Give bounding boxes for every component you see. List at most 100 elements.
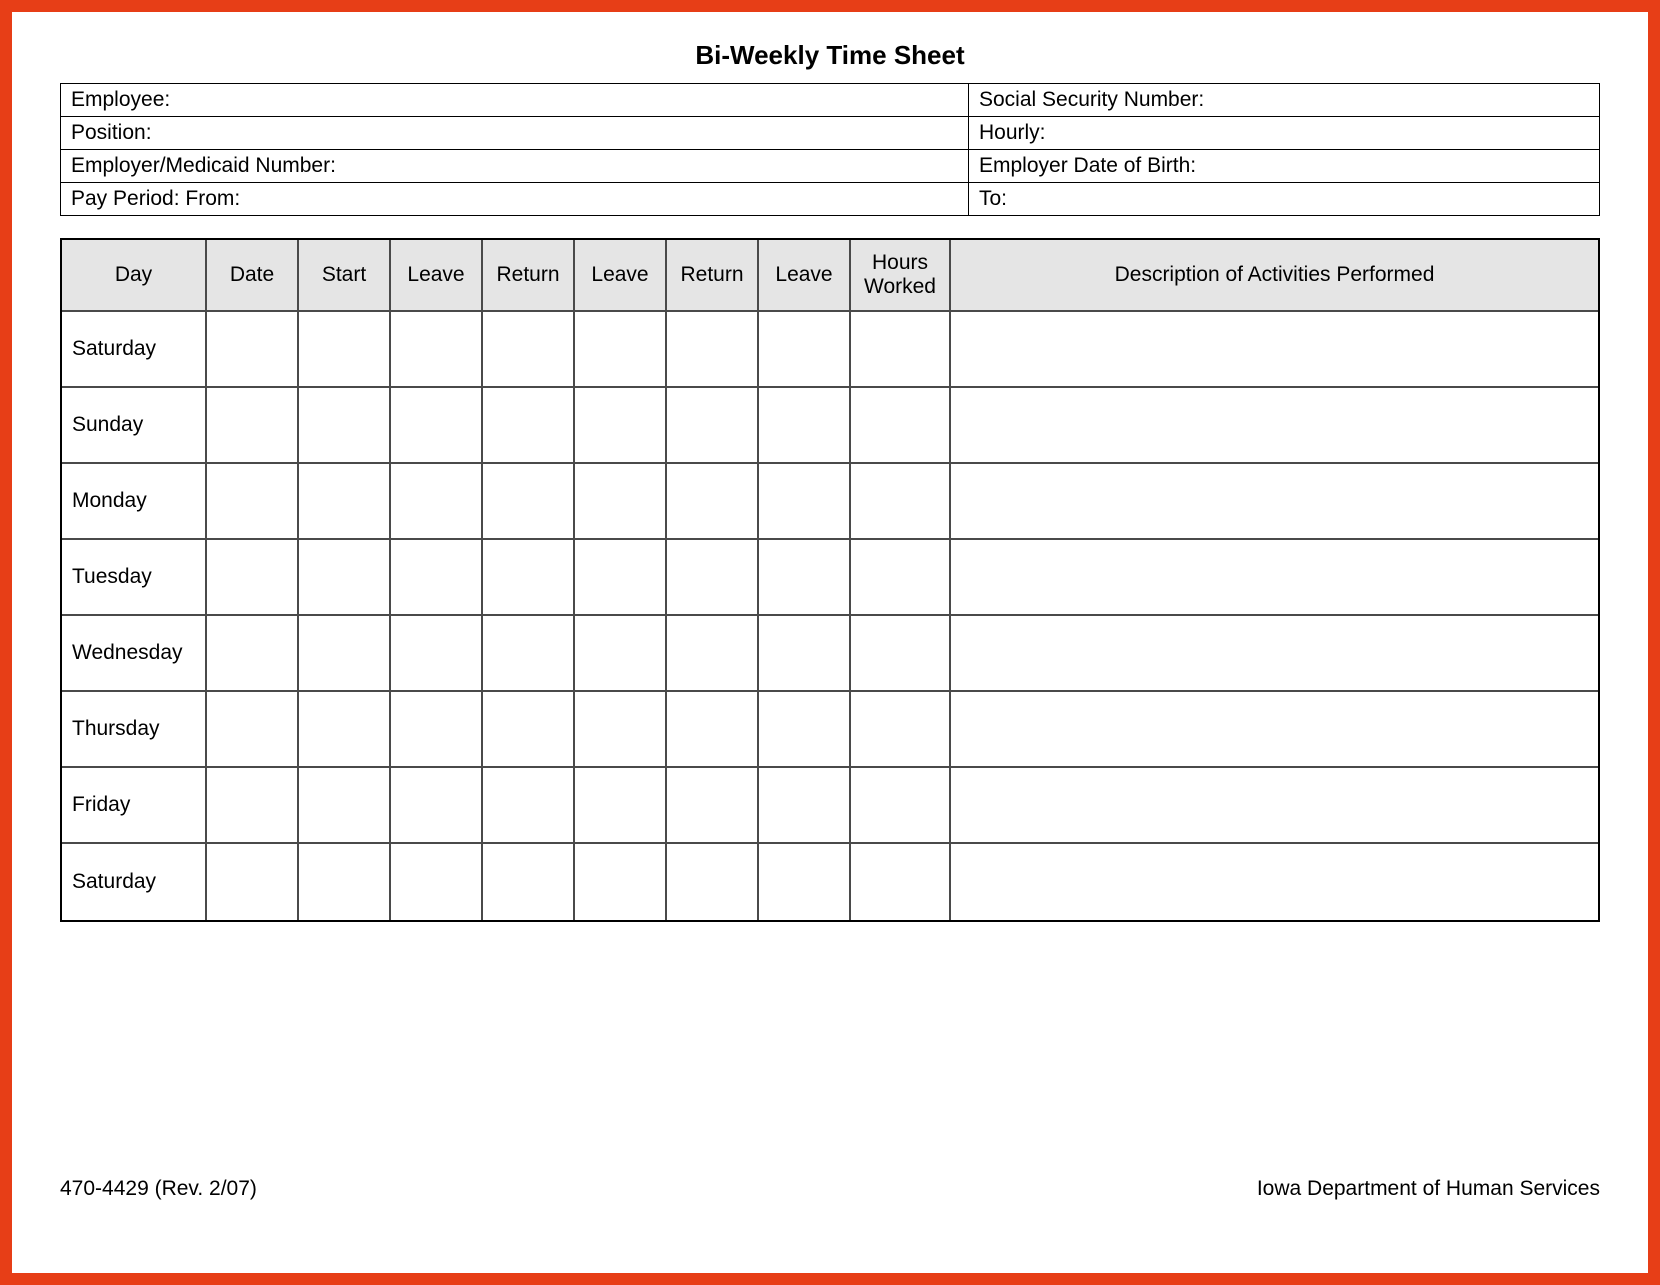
- header-description: Description of Activities Performed: [951, 240, 1598, 312]
- cell-date: [207, 464, 299, 540]
- info-row: Pay Period: From: To:: [61, 183, 1600, 216]
- cell-description: [951, 616, 1598, 692]
- cell-return: [483, 312, 575, 388]
- position-field: Position:: [61, 117, 969, 150]
- header-leave3: Leave: [759, 240, 851, 312]
- cell-date: [207, 388, 299, 464]
- cell-hours: [851, 616, 951, 692]
- cell-start: [299, 312, 391, 388]
- cell-description: [951, 844, 1598, 920]
- cell-leave: [575, 692, 667, 768]
- cell-return: [667, 768, 759, 844]
- cell-hours: [851, 844, 951, 920]
- footer: 470-4429 (Rev. 2/07) Iowa Department of …: [60, 1177, 1600, 1201]
- employer-medicaid-field: Employer/Medicaid Number:: [61, 150, 969, 183]
- cell-description: [951, 692, 1598, 768]
- cell-leave: [575, 540, 667, 616]
- cell-day: Friday: [62, 768, 207, 844]
- cell-leave: [575, 844, 667, 920]
- cell-day: Wednesday: [62, 616, 207, 692]
- cell-description: [951, 312, 1598, 388]
- cell-day: Sunday: [62, 388, 207, 464]
- table-row: Sunday: [62, 388, 1598, 464]
- cell-date: [207, 540, 299, 616]
- cell-return: [667, 844, 759, 920]
- cell-start: [299, 844, 391, 920]
- cell-description: [951, 540, 1598, 616]
- cell-leave: [391, 692, 483, 768]
- table-row: Friday: [62, 768, 1598, 844]
- cell-date: [207, 616, 299, 692]
- ssn-field: Social Security Number:: [969, 84, 1600, 117]
- cell-leave: [759, 844, 851, 920]
- table-row: Monday: [62, 464, 1598, 540]
- cell-date: [207, 692, 299, 768]
- table-row: Thursday: [62, 692, 1598, 768]
- cell-leave: [391, 312, 483, 388]
- cell-return: [667, 540, 759, 616]
- cell-day: Thursday: [62, 692, 207, 768]
- hourly-field: Hourly:: [969, 117, 1600, 150]
- header-return1: Return: [483, 240, 575, 312]
- cell-return: [483, 464, 575, 540]
- pay-period-from-field: Pay Period: From:: [61, 183, 969, 216]
- cell-start: [299, 540, 391, 616]
- cell-day: Saturday: [62, 312, 207, 388]
- cell-start: [299, 388, 391, 464]
- cell-leave: [391, 844, 483, 920]
- cell-return: [483, 540, 575, 616]
- cell-leave: [575, 388, 667, 464]
- table-row: Tuesday: [62, 540, 1598, 616]
- cell-date: [207, 312, 299, 388]
- cell-day: Monday: [62, 464, 207, 540]
- cell-date: [207, 844, 299, 920]
- cell-return: [667, 616, 759, 692]
- cell-description: [951, 768, 1598, 844]
- page-title: Bi-Weekly Time Sheet: [60, 40, 1600, 71]
- pay-period-to-field: To:: [969, 183, 1600, 216]
- info-row: Position: Hourly:: [61, 117, 1600, 150]
- header-date: Date: [207, 240, 299, 312]
- header-hours-worked: Hours Worked: [851, 240, 951, 312]
- cell-return: [483, 768, 575, 844]
- cell-hours: [851, 692, 951, 768]
- cell-start: [299, 768, 391, 844]
- cell-leave: [759, 540, 851, 616]
- info-row: Employer/Medicaid Number: Employer Date …: [61, 150, 1600, 183]
- employer-dob-field: Employer Date of Birth:: [969, 150, 1600, 183]
- cell-day: Saturday: [62, 844, 207, 920]
- cell-leave: [759, 464, 851, 540]
- form-number: 470-4429 (Rev. 2/07): [60, 1177, 257, 1201]
- cell-leave: [391, 464, 483, 540]
- cell-leave: [575, 464, 667, 540]
- table-row: Saturday: [62, 844, 1598, 920]
- cell-leave: [759, 312, 851, 388]
- header-leave1: Leave: [391, 240, 483, 312]
- cell-leave: [759, 692, 851, 768]
- time-table: Day Date Start Leave Return Leave Return…: [60, 238, 1600, 922]
- cell-leave: [759, 388, 851, 464]
- cell-hours: [851, 768, 951, 844]
- cell-day: Tuesday: [62, 540, 207, 616]
- cell-description: [951, 388, 1598, 464]
- cell-hours: [851, 388, 951, 464]
- cell-return: [667, 464, 759, 540]
- cell-return: [483, 616, 575, 692]
- cell-start: [299, 464, 391, 540]
- cell-leave: [391, 388, 483, 464]
- page-content: Bi-Weekly Time Sheet Employee: Social Se…: [12, 12, 1648, 922]
- cell-leave: [759, 768, 851, 844]
- cell-date: [207, 768, 299, 844]
- table-row: Wednesday: [62, 616, 1598, 692]
- cell-hours: [851, 312, 951, 388]
- cell-leave: [391, 768, 483, 844]
- header-day: Day: [62, 240, 207, 312]
- header-leave2: Leave: [575, 240, 667, 312]
- employee-field: Employee:: [61, 84, 969, 117]
- cell-hours: [851, 540, 951, 616]
- header-row: Day Date Start Leave Return Leave Return…: [62, 240, 1598, 312]
- table-row: Saturday: [62, 312, 1598, 388]
- cell-leave: [575, 768, 667, 844]
- cell-return: [483, 844, 575, 920]
- cell-leave: [759, 616, 851, 692]
